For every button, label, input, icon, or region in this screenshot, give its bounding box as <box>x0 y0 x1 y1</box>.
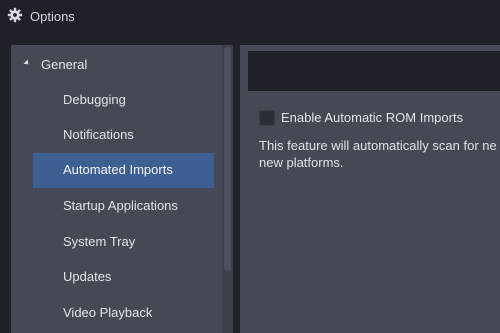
options-window: Options General Debugging Notifications … <box>0 0 500 333</box>
window-title: Options <box>30 9 75 24</box>
sidebar-item-label: System Tray <box>63 234 136 249</box>
tree-group-general[interactable]: General <box>11 53 221 77</box>
gear-icon <box>7 7 23 23</box>
settings-panel: Enable Automatic ROM Imports This featur… <box>240 45 500 333</box>
tree-group-label: General <box>41 57 88 72</box>
setting-description: This feature will automatically scan for… <box>259 137 500 171</box>
description-line-2: new platforms. <box>259 155 344 170</box>
sidebar-item-label: Notifications <box>63 127 134 142</box>
sidebar-item-label: Automated Imports <box>63 162 173 177</box>
sidebar-item-label: Startup Applications <box>63 198 178 213</box>
sidebar-scrollbar[interactable] <box>222 45 233 333</box>
enable-auto-import-checkbox[interactable] <box>259 110 275 126</box>
checkbox-label[interactable]: Enable Automatic ROM Imports <box>281 110 463 125</box>
sidebar-item-updates[interactable]: Updates <box>33 260 214 295</box>
title-bar[interactable]: Options <box>0 0 500 34</box>
scrollbar-thumb[interactable] <box>224 47 231 271</box>
sidebar-item-notifications[interactable]: Notifications <box>33 118 214 153</box>
sidebar-item-automated-imports[interactable]: Automated Imports <box>33 153 214 188</box>
description-line-1: This feature will automatically scan for… <box>259 138 497 153</box>
sidebar-item-startup-applications[interactable]: Startup Applications <box>33 189 214 224</box>
auto-import-setting[interactable]: Enable Automatic ROM Imports <box>259 110 500 128</box>
sidebar-item-label: Video Playback <box>63 305 153 320</box>
sidebar-item-label: Debugging <box>63 92 126 107</box>
sidebar-item-debugging[interactable]: Debugging <box>33 83 214 118</box>
sidebar-item-label: Updates <box>63 269 112 284</box>
collapse-arrow-icon[interactable] <box>23 59 31 67</box>
sidebar-item-video-playback[interactable]: Video Playback <box>33 296 214 331</box>
options-sidebar: General Debugging Notifications Automate… <box>11 45 233 333</box>
settings-header <box>248 51 500 91</box>
sidebar-item-system-tray[interactable]: System Tray <box>33 225 214 260</box>
